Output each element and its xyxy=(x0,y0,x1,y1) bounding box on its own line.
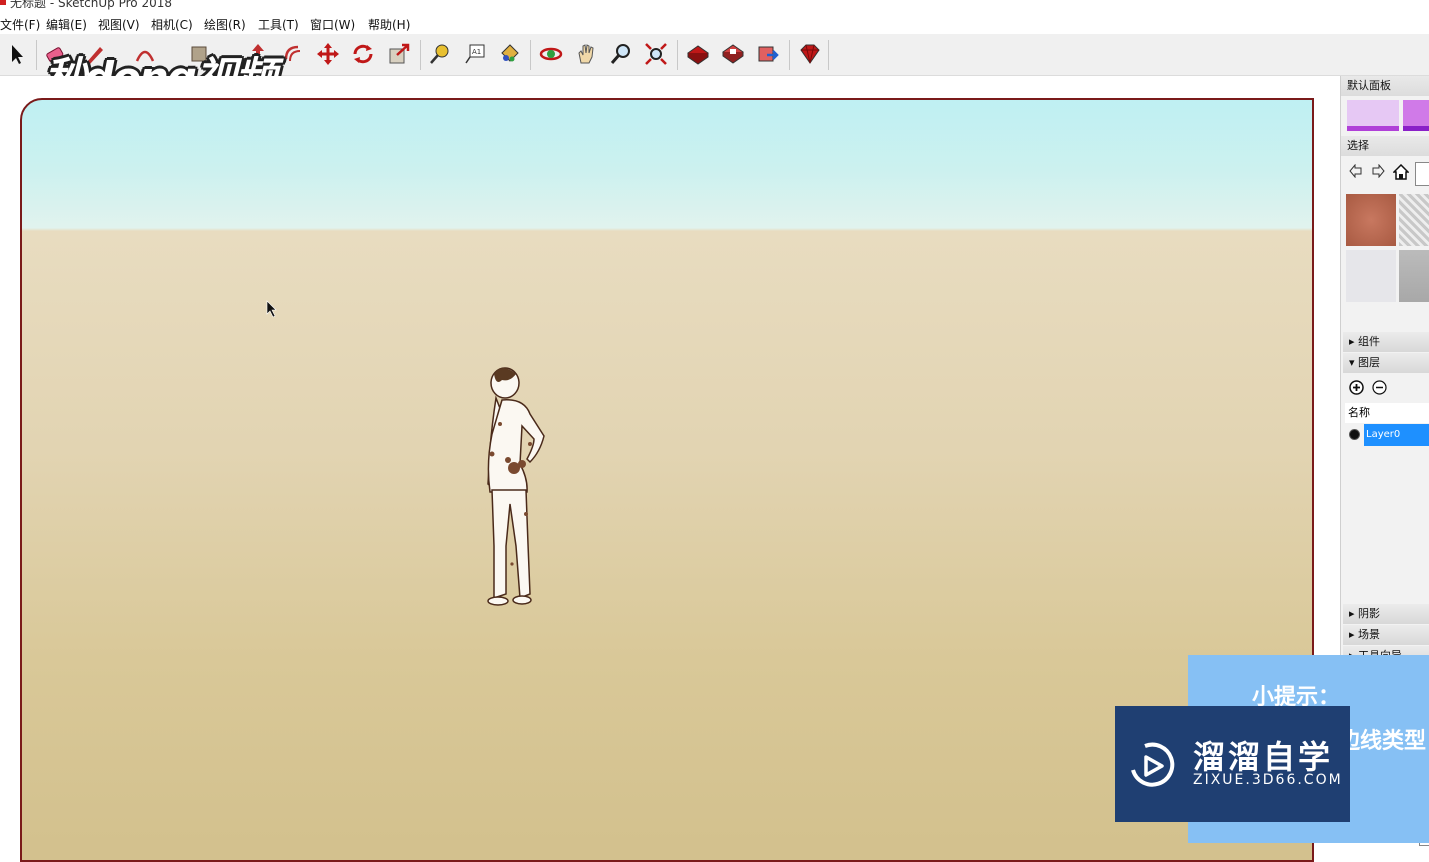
menu-edit[interactable]: 编辑(E) xyxy=(46,16,87,33)
layers-label: 图层 xyxy=(1358,356,1381,369)
menu-tools[interactable]: 工具(T) xyxy=(258,16,299,33)
pan-icon[interactable] xyxy=(571,39,601,69)
select-arrow-icon[interactable] xyxy=(2,39,32,69)
components-label: 组件 xyxy=(1358,335,1381,348)
window-title: 无标题 - SketchUp Pro 2018 xyxy=(10,0,172,10)
material-swatch-metal[interactable] xyxy=(1399,194,1429,246)
layers-expanded-section[interactable]: ▾ 图层 xyxy=(1343,353,1429,373)
toolbar-separator xyxy=(828,40,829,70)
scale-figure-person xyxy=(487,367,545,606)
offset-icon[interactable] xyxy=(278,39,308,69)
toolbar-separator xyxy=(789,40,790,70)
play-logo-icon xyxy=(1131,742,1175,787)
rotate-icon[interactable] xyxy=(348,39,378,69)
toolbar-separator xyxy=(420,40,421,70)
svg-text:A1: A1 xyxy=(472,48,481,56)
tip-text: 边线类型 xyxy=(1338,729,1427,754)
material-dropdown[interactable] xyxy=(1415,162,1429,186)
material-swatch-brick[interactable] xyxy=(1346,194,1396,246)
layout-icon[interactable] xyxy=(753,39,783,69)
material-swatch-light-gray[interactable] xyxy=(1346,250,1396,302)
scenes-label: 场景 xyxy=(1358,628,1381,641)
forward-arrow-icon[interactable] xyxy=(1371,164,1385,178)
materials-section-title: 选择 xyxy=(1341,136,1429,156)
home-icon[interactable] xyxy=(1393,164,1409,180)
warehouse-icon[interactable] xyxy=(683,39,713,69)
layers-name-header: 名称 xyxy=(1345,403,1429,423)
cursor-arrow-icon xyxy=(266,300,277,318)
zoom-extents-icon[interactable] xyxy=(641,39,671,69)
move-icon[interactable] xyxy=(313,39,343,69)
panel-header: 默认面板 xyxy=(1341,76,1429,96)
material-swatch-gray[interactable] xyxy=(1399,250,1429,302)
window-title-bar: 无标题 - SketchUp Pro 2018 xyxy=(0,0,1429,10)
shadows-label: 阴影 xyxy=(1358,607,1381,620)
layer-row-layer0[interactable]: Layer0 xyxy=(1364,424,1429,446)
paint-bucket-icon[interactable] xyxy=(494,39,524,69)
ruby-icon[interactable] xyxy=(795,39,825,69)
material-swatch-light-purple[interactable] xyxy=(1347,100,1399,126)
shadows-collapsed-section[interactable]: ▸ 阴影 xyxy=(1343,604,1429,624)
active-layer-radio[interactable] xyxy=(1349,429,1360,440)
add-layer-icon[interactable] xyxy=(1349,380,1364,395)
scale-icon[interactable] xyxy=(384,39,414,69)
zoom-icon[interactable] xyxy=(606,39,636,69)
menu-help[interactable]: 帮助(H) xyxy=(368,16,410,33)
back-arrow-icon[interactable] xyxy=(1349,164,1363,178)
toolbar-separator xyxy=(677,40,678,70)
brand-watermark: 溜溜自学 ZIXUE.3D66.COM xyxy=(1115,706,1350,822)
scenes-collapsed-section[interactable]: ▸ 场景 xyxy=(1343,625,1429,645)
menu-bar: 文件(F) 编辑(E) 视图(V) 相机(C) 绘图(R) 工具(T) 窗口(W… xyxy=(0,12,1429,34)
menu-window[interactable]: 窗口(W) xyxy=(310,16,355,33)
sketchup-app-icon xyxy=(0,0,6,5)
brand-url: ZIXUE.3D66.COM xyxy=(1193,772,1343,788)
orbit-icon[interactable] xyxy=(536,39,566,69)
material-swatch-purple[interactable] xyxy=(1403,100,1429,126)
remove-layer-icon[interactable] xyxy=(1372,380,1387,395)
components-collapsed-section[interactable]: ▸ 组件 xyxy=(1343,332,1429,352)
toolbar-separator xyxy=(36,40,37,70)
text-icon[interactable]: A1 xyxy=(460,39,490,69)
tape-measure-icon[interactable] xyxy=(425,39,455,69)
material-swatch-underline xyxy=(1403,126,1429,131)
menu-camera[interactable]: 相机(C) xyxy=(151,16,193,33)
extension-warehouse-icon[interactable] xyxy=(718,39,748,69)
menu-view[interactable]: 视图(V) xyxy=(98,16,140,33)
material-swatch-underline xyxy=(1347,126,1399,131)
menu-draw[interactable]: 绘图(R) xyxy=(204,16,246,33)
toolbar-separator xyxy=(530,40,531,70)
menu-file[interactable]: 文件(F) xyxy=(0,16,40,33)
